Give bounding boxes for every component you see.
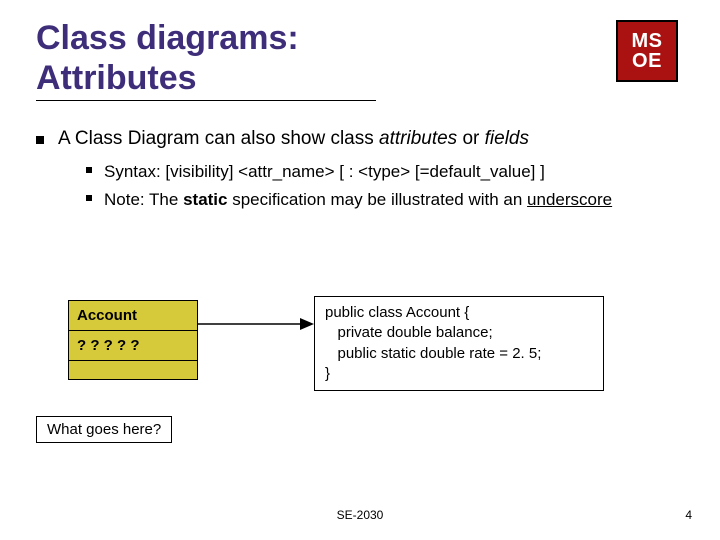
what-goes-here-text: What goes here?	[47, 421, 161, 438]
sub-bullet-1: Syntax: [visibility] <attr_name> [ : <ty…	[86, 160, 684, 184]
main-bullet: A Class Diagram can also show class attr…	[36, 127, 684, 150]
sub2-static: static	[183, 190, 227, 209]
main-point-text: A Class Diagram can also show class attr…	[58, 128, 529, 150]
arrow-icon	[196, 314, 316, 334]
sub2-pre: Note: The	[104, 190, 183, 209]
code-line-2: private double balance;	[325, 323, 593, 343]
main-point-attr: attributes	[379, 128, 462, 149]
sub-bullet-list: Syntax: [visibility] <attr_name> [ : <ty…	[86, 160, 684, 212]
title-row: Class diagrams: Attributes MS OE	[36, 18, 684, 101]
slide: Class diagrams: Attributes MS OE A Class…	[0, 0, 720, 540]
main-point-pre: A Class Diagram can also show class	[58, 128, 379, 149]
bullet-icon	[86, 195, 92, 201]
sub2-mid: specification may be illustrated with an	[228, 190, 528, 209]
body-area: A Class Diagram can also show class attr…	[36, 127, 684, 212]
sub-bullet-2: Note: The static specification may be il…	[86, 188, 684, 212]
sub-bullet-2-text: Note: The static specification may be il…	[104, 188, 612, 212]
uml-class-name: Account	[69, 301, 197, 331]
title-line-2: Attributes	[36, 59, 197, 97]
main-point-or: or	[462, 128, 484, 149]
sub2-underscore: underscore	[527, 190, 612, 209]
main-point-fields: fields	[485, 128, 529, 149]
logo-row-2: OE	[632, 51, 662, 71]
title-line-1: Class diagrams:	[36, 19, 299, 57]
code-line-1: public class Account {	[325, 303, 593, 323]
slide-title: Class diagrams: Attributes	[36, 18, 376, 101]
uml-attributes: ? ? ? ? ?	[69, 331, 197, 361]
code-box: public class Account { private double ba…	[314, 296, 604, 391]
footer-page-number: 4	[685, 508, 692, 522]
what-goes-here-box: What goes here?	[36, 416, 172, 443]
code-line-3: public static double rate = 2. 5;	[325, 344, 593, 364]
logo-row-1: MS	[632, 31, 663, 51]
bullet-icon	[36, 136, 44, 144]
code-line-4: }	[325, 364, 593, 384]
footer-course-code: SE-2030	[0, 508, 720, 522]
uml-methods	[69, 361, 197, 379]
msoe-logo: MS OE	[616, 20, 678, 82]
bullet-icon	[86, 167, 92, 173]
uml-class-box: Account ? ? ? ? ?	[68, 300, 198, 380]
sub-bullet-1-text: Syntax: [visibility] <attr_name> [ : <ty…	[104, 160, 545, 184]
